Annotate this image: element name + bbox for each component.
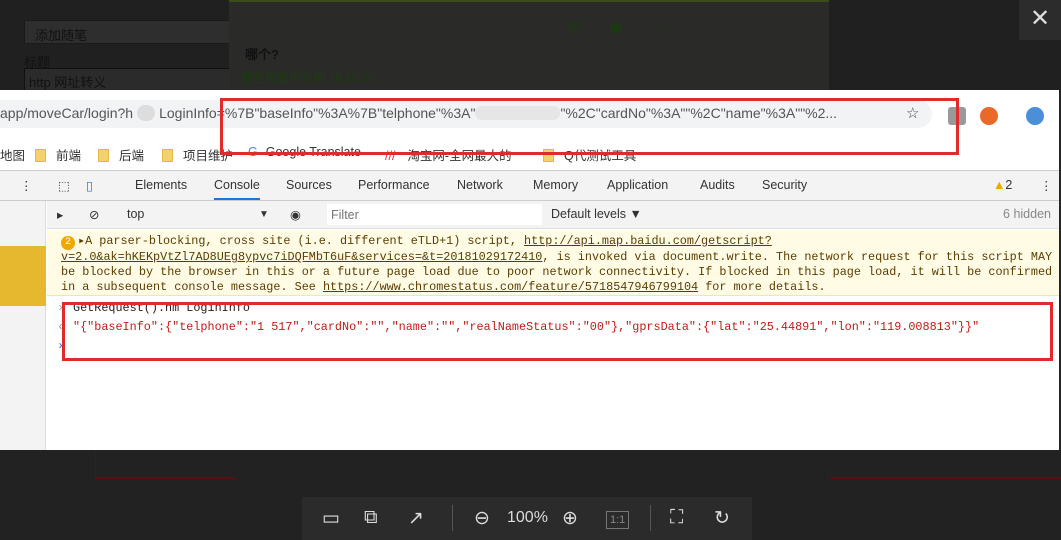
tab-application[interactable]: Application <box>607 178 668 192</box>
zoom-out-icon[interactable]: ⊖ <box>474 507 490 530</box>
video-icon: ■ <box>611 18 622 38</box>
bookmark-folder[interactable]: 后端 <box>98 145 144 164</box>
highlight-box-url <box>220 98 959 155</box>
bookmark-folder[interactable]: 前端 <box>35 145 81 164</box>
tab-audits[interactable]: Audits <box>700 178 735 192</box>
tab-performance[interactable]: Performance <box>358 178 430 192</box>
extension-icon[interactable] <box>980 107 998 125</box>
zoom-level: 100% <box>507 509 548 526</box>
open-external-icon[interactable]: ⧉ <box>364 507 378 529</box>
console-toolbar: ▸ ⊘ top ▼ ◉ Default levels ▼ 6 hidden <box>47 201 1059 229</box>
phone-icon: ✆ <box>567 18 583 38</box>
console-warning: 2 ▸A parser-blocking, cross site (i.e. di… <box>47 230 1059 296</box>
menu-icon[interactable]: ⋮ <box>20 178 33 193</box>
context-select[interactable]: top <box>127 207 144 221</box>
chevron-down-icon: ▼ <box>259 209 269 220</box>
zoom-in-icon[interactable]: ⊕ <box>562 507 578 530</box>
devtools-menu-icon[interactable]: ⋮ <box>1040 178 1053 193</box>
rotate-icon[interactable]: ↻ <box>714 507 730 530</box>
chromestatus-link[interactable]: https://www.chromestatus.com/feature/571… <box>323 280 698 294</box>
folder-icon <box>98 149 109 162</box>
bookmark[interactable]: 地图 <box>0 145 25 164</box>
fit-screen-icon[interactable]: ⛶ <box>670 507 683 529</box>
inspect-icon[interactable]: ⬚ <box>58 178 70 193</box>
profile-avatar[interactable] <box>1026 107 1044 125</box>
folder-icon <box>35 149 46 162</box>
screenshot-image: app/moveCar/login?h LoginInfo=%7B"baseInf… <box>0 90 1059 450</box>
filter-input[interactable] <box>327 204 542 225</box>
background-chat: ✆ ■ ··· 哪个? 那些青春不完美 16:19:30 <box>229 0 829 92</box>
sidebar-toggle-icon[interactable]: ▸ <box>57 207 63 222</box>
highlight-box-result <box>62 302 1053 361</box>
warnings-counter[interactable]: ▲2 <box>993 178 1012 192</box>
warning-count-badge: 2 <box>61 236 75 250</box>
background-note-editor: 添加随笔 标题 http 网址转义 <box>22 18 232 92</box>
tab-console[interactable]: Console <box>214 178 260 200</box>
title-value: http 网址转义 <box>24 68 232 92</box>
tab-security[interactable]: Security <box>762 178 807 192</box>
levels-dropdown[interactable]: Default levels ▼ <box>551 207 642 221</box>
page-banner <box>0 246 46 306</box>
device-toolbar-icon[interactable]: ▯ <box>86 178 93 193</box>
tab-memory[interactable]: Memory <box>533 178 578 192</box>
page-left-strip <box>0 201 46 450</box>
tab-sources[interactable]: Sources <box>286 178 332 192</box>
actual-size-button[interactable]: 1:1 <box>606 511 630 529</box>
clear-console-icon[interactable]: ⊘ <box>89 207 99 222</box>
chat-sender: 那些青春不完美 <box>241 71 326 85</box>
eye-icon[interactable]: ◉ <box>290 207 301 222</box>
tab-elements[interactable]: Elements <box>135 178 187 192</box>
note-title: 添加随笔 <box>24 20 232 44</box>
warning-icon: ▲ <box>993 178 1006 192</box>
hidden-count: 6 hidden <box>1003 207 1051 221</box>
viewer-toolbar: ▭ ⧉ ↗ ⊖ 100% ⊕ 1:1 ⛶ ↻ <box>302 497 752 540</box>
close-viewer-button[interactable]: ✕ <box>1019 0 1061 40</box>
folder-icon <box>162 149 173 162</box>
more-icon: ··· <box>649 18 667 38</box>
chat-time: 16:19:30 <box>328 71 376 85</box>
save-icon[interactable]: ▭ <box>322 507 340 530</box>
share-icon[interactable]: ↗ <box>408 507 424 530</box>
tab-network[interactable]: Network <box>457 178 503 192</box>
devtools-tabbar: ⋮ ⬚ ▯ Elements Console Sources Performan… <box>0 171 1059 201</box>
chat-message: 哪个? <box>245 47 279 62</box>
